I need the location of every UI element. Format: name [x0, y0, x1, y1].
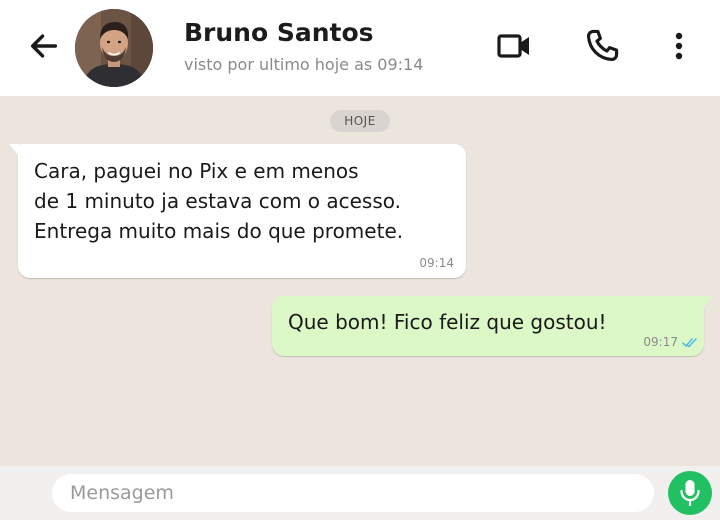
message-text: Cara, paguei no Pix e em menos de 1 minu… [34, 156, 454, 246]
phone-call-button[interactable] [580, 24, 624, 68]
message-input[interactable] [52, 474, 654, 512]
message-time: 09:14 [419, 256, 454, 270]
back-button[interactable] [24, 26, 64, 66]
back-arrow-icon [30, 34, 58, 58]
contact-name[interactable]: Bruno Santos [184, 18, 374, 47]
voice-message-button[interactable] [668, 471, 712, 515]
bubble-tail [9, 144, 19, 156]
video-call-icon [497, 34, 529, 58]
message-line: Entrega muito mais do que promete. [34, 219, 404, 243]
last-seen-status: visto por ultimo hoje as 09:14 [184, 55, 424, 74]
outgoing-message[interactable]: Que bom! Fico feliz que gostou! 09:17 [272, 296, 713, 356]
phone-icon [586, 29, 619, 62]
message-text: Que bom! Fico feliz que gostou! [288, 310, 607, 334]
message-time: 09:17 [643, 335, 678, 349]
message-list[interactable]: HOJE Cara, paguei no Pix e em menos de 1… [0, 96, 720, 466]
avatar-photo [75, 9, 153, 87]
more-options-icon [675, 32, 683, 60]
message-line: Cara, paguei no Pix e em menos [34, 159, 359, 183]
avatar[interactable] [75, 9, 153, 87]
bubble-tail [703, 296, 713, 308]
video-call-button[interactable] [492, 24, 536, 68]
message-line: de 1 minuto ja estava com o acesso. [34, 189, 402, 213]
more-options-button[interactable] [657, 24, 701, 68]
composer-bar [0, 466, 720, 520]
microphone-icon [680, 480, 700, 506]
incoming-message[interactable]: Cara, paguei no Pix e em menos de 1 minu… [9, 144, 466, 278]
chat-header: Bruno Santos visto por ultimo hoje as 09… [0, 0, 720, 96]
read-receipt-icon [682, 338, 697, 348]
date-divider: HOJE [330, 110, 390, 132]
